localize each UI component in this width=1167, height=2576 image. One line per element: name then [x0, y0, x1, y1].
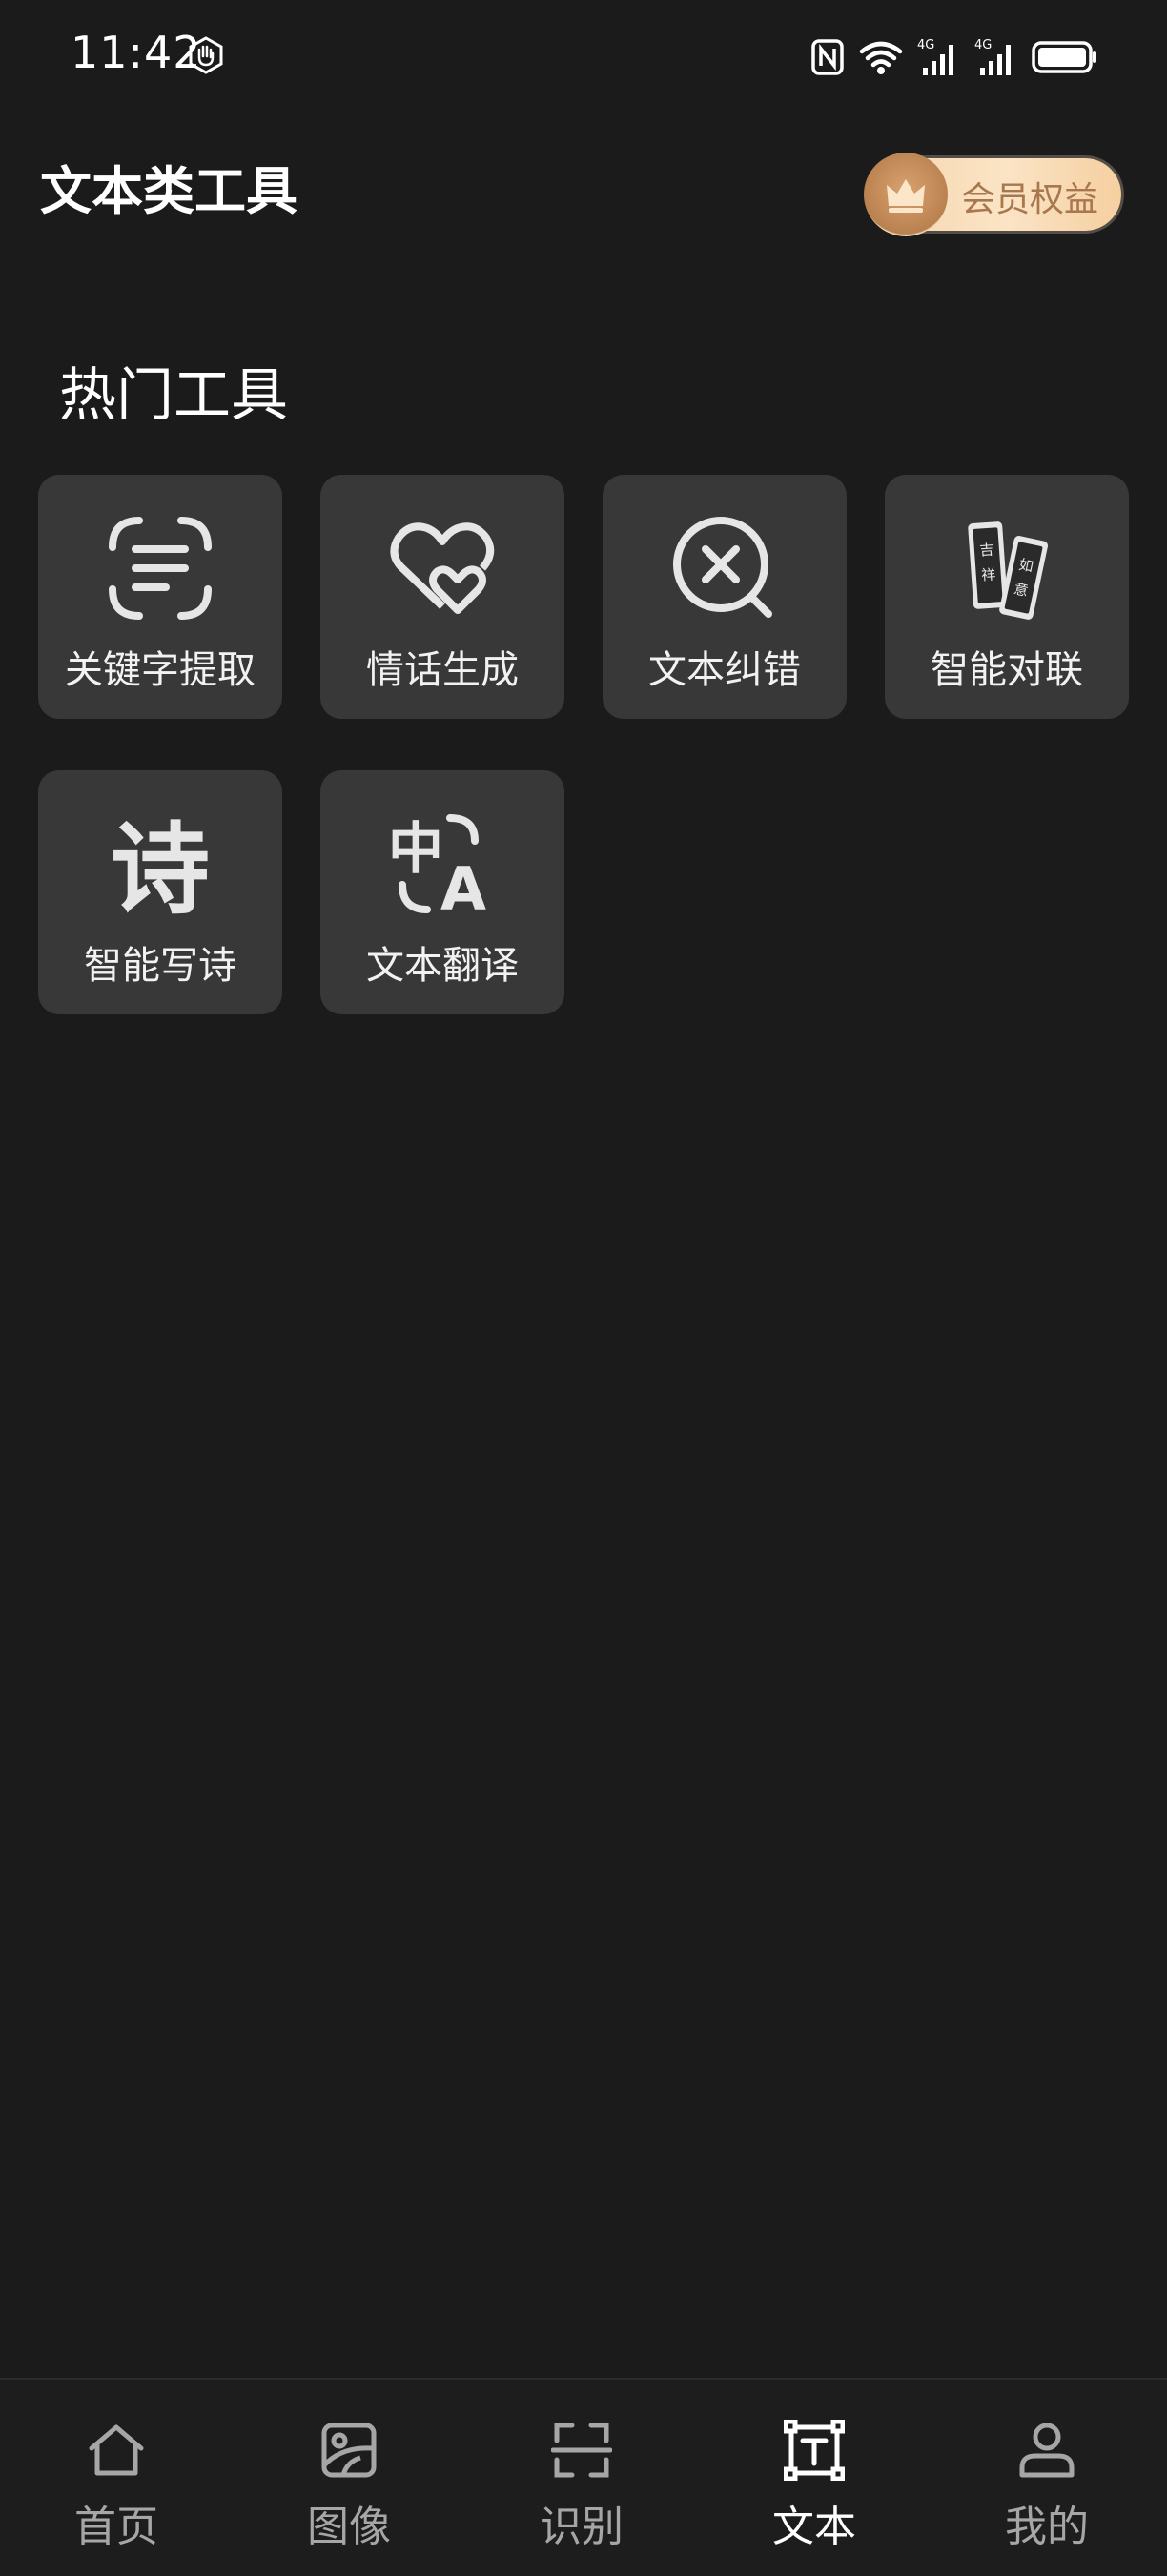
section-title: 热门工具	[59, 362, 288, 429]
nav-label: 我的	[1005, 2503, 1089, 2551]
tool-text-translate[interactable]: 中 A 文本翻译	[320, 770, 564, 1014]
user-icon	[1009, 2412, 1085, 2488]
crown-icon	[864, 153, 948, 236]
nav-item-recognize[interactable]: 识别	[465, 2380, 698, 2576]
page-title: 文本类工具	[40, 161, 297, 221]
hearts-icon	[387, 513, 498, 624]
text-icon	[776, 2412, 852, 2488]
tool-label: 情话生成	[366, 648, 519, 692]
couplet-char: 祥	[981, 565, 996, 583]
tool-label: 智能对联	[931, 648, 1083, 692]
tool-label: 文本纠错	[648, 648, 801, 692]
couplet-char: 吉	[979, 542, 994, 560]
tool-smart-poem[interactable]: 诗 智能写诗	[38, 770, 282, 1014]
translate-glyph-zh: 中	[388, 816, 443, 881]
nav-item-text[interactable]: 文本	[698, 2380, 931, 2576]
vip-benefits-button[interactable]: 会员权益	[864, 153, 1121, 236]
signal-4g-icon: 4G	[974, 38, 1011, 75]
tool-label: 智能写诗	[84, 944, 236, 988]
nav-item-image[interactable]: 图像	[233, 2380, 465, 2576]
poem-icon: 诗	[105, 808, 215, 919]
battery-icon	[1032, 41, 1096, 73]
tool-label: 关键字提取	[65, 648, 256, 692]
nav-label: 文本	[772, 2503, 856, 2551]
translate-glyph-en: A	[440, 854, 486, 919]
translate-icon: 中 A	[387, 808, 498, 919]
error-search-icon	[669, 513, 780, 624]
nav-label: 识别	[540, 2503, 624, 2551]
poem-glyph: 诗	[111, 811, 210, 919]
home-icon	[78, 2412, 154, 2488]
tool-text-correction[interactable]: 文本纠错	[603, 475, 847, 719]
signal-4g-icon: 4G	[917, 38, 953, 75]
bottom-nav: 首页 图像 识别 文本 我的	[0, 2378, 1167, 2576]
couplet-icon: 吉 祥 如 意	[952, 513, 1062, 624]
image-icon	[311, 2412, 387, 2488]
status-icons: 4G 4G	[810, 34, 1098, 80]
hand-icon	[189, 36, 223, 74]
nav-item-mine[interactable]: 我的	[931, 2380, 1163, 2576]
tool-label: 文本翻译	[366, 944, 519, 988]
nav-label: 图像	[307, 2503, 391, 2551]
tool-smart-couplet[interactable]: 吉 祥 如 意 智能对联	[885, 475, 1129, 719]
nfc-icon	[811, 39, 844, 75]
network-label: 4G	[917, 38, 934, 52]
vip-label: 会员权益	[961, 180, 1099, 219]
wifi-icon	[859, 41, 903, 74]
tool-keyword-extract[interactable]: 关键字提取	[38, 475, 282, 719]
status-time: 11:42	[71, 27, 202, 78]
status-bar: 11:42 4G 4G	[0, 0, 1167, 114]
nav-item-home[interactable]: 首页	[0, 2380, 233, 2576]
nav-label: 首页	[74, 2503, 158, 2551]
text-scan-icon	[105, 513, 215, 624]
scan-icon	[543, 2412, 620, 2488]
tool-love-words[interactable]: 情话生成	[320, 475, 564, 719]
network-label: 4G	[974, 38, 992, 52]
